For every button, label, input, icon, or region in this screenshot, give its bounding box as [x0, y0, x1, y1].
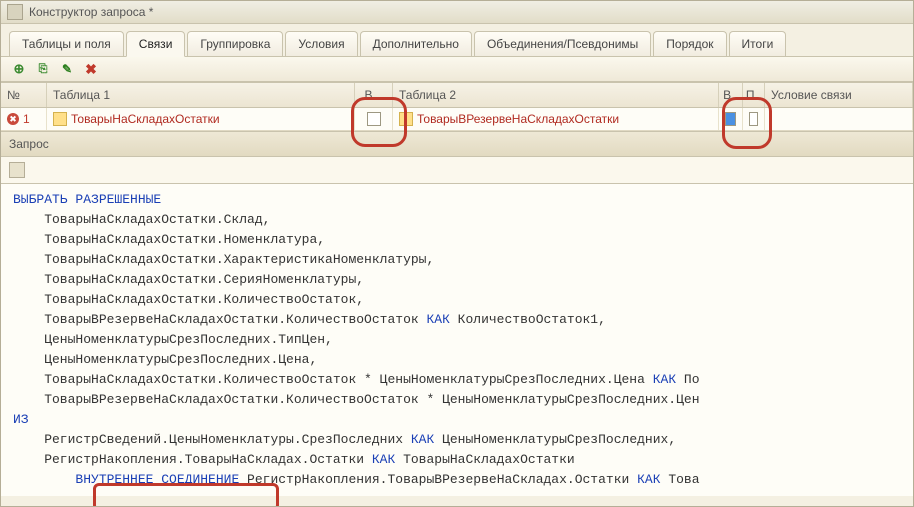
code-line: ТоварыНаСкладахОстатки.КоличествоОстаток…: [13, 290, 901, 310]
row-num: 1: [23, 112, 30, 126]
window-title: Конструктор запроса *: [29, 5, 153, 19]
tab-1[interactable]: Связи: [126, 31, 186, 57]
table1-name: ТоварыНаСкладахОстатки: [71, 112, 220, 126]
p-checkbox[interactable]: [749, 112, 758, 126]
add-button[interactable]: ⊕: [11, 61, 27, 77]
edit-button[interactable]: ✎: [59, 61, 75, 77]
copy-button[interactable]: ⎘: [35, 61, 51, 77]
code-line: ТоварыНаСкладахОстатки.Склад,: [13, 210, 901, 230]
all1-checkbox[interactable]: [367, 112, 381, 126]
query-text-icon[interactable]: [9, 162, 25, 178]
error-icon: ✖: [7, 113, 19, 125]
table2-name: ТоварыВРезервеНаСкладахОстатки: [417, 112, 619, 126]
col-header-all1[interactable]: В...: [355, 83, 393, 107]
all2-checkbox[interactable]: [725, 112, 736, 126]
col-header-num[interactable]: №: [1, 83, 47, 107]
code-line: ВЫБРАТЬ РАЗРЕШЕННЫЕ: [13, 190, 901, 210]
col-header-table1[interactable]: Таблица 1: [47, 83, 355, 107]
code-line: ЦеныНоменклатурыСрезПоследних.ТипЦен,: [13, 330, 901, 350]
tab-3[interactable]: Условия: [285, 31, 357, 56]
query-section-header: Запрос: [1, 131, 913, 157]
code-line: ВНУТРЕННЕЕ СОЕДИНЕНИЕ РегистрНакопления.…: [13, 470, 901, 490]
code-line: ИЗ: [13, 410, 901, 430]
query-section-label: Запрос: [9, 137, 49, 151]
query-constructor-window: Конструктор запроса * Таблицы и поляСвяз…: [0, 0, 914, 507]
links-toolbar: ⊕ ⎘ ✎ ✖: [1, 57, 913, 82]
tab-2[interactable]: Группировка: [187, 31, 283, 56]
query-text-toolbar: [1, 157, 913, 184]
tab-strip: Таблицы и поляСвязиГруппировкаУсловияДоп…: [1, 24, 913, 57]
links-grid: № Таблица 1 В... Таблица 2 В.. П.. Услов…: [1, 82, 913, 131]
col-header-p[interactable]: П..: [743, 83, 765, 107]
window-titlebar: Конструктор запроса *: [1, 1, 913, 24]
code-line: РегистрНакопления.ТоварыНаСкладах.Остатк…: [13, 450, 901, 470]
code-line: ЦеныНоменклатурыСрезПоследних.Цена,: [13, 350, 901, 370]
condition-cell[interactable]: [765, 108, 913, 130]
col-header-table2[interactable]: Таблица 2: [393, 83, 719, 107]
window-icon: [7, 4, 23, 20]
tab-5[interactable]: Объединения/Псевдонимы: [474, 31, 651, 56]
tab-4[interactable]: Дополнительно: [360, 31, 472, 56]
tab-7[interactable]: Итоги: [729, 31, 787, 56]
grid-header-row: № Таблица 1 В... Таблица 2 В.. П.. Услов…: [1, 83, 913, 108]
code-line: ТоварыВРезервеНаСкладахОстатки.Количеств…: [13, 390, 901, 410]
table-row[interactable]: ✖ 1 ТоварыНаСкладахОстатки ТоварыВРезервеНа…: [1, 108, 913, 131]
query-text-area[interactable]: ВЫБРАТЬ РАЗРЕШЕННЫЕ ТоварыНаСкладахОстат…: [1, 184, 913, 496]
col-header-condition[interactable]: Условие связи: [765, 83, 913, 107]
col-header-all2[interactable]: В..: [719, 83, 743, 107]
code-line: РегистрСведений.ЦеныНоменклатуры.СрезПос…: [13, 430, 901, 450]
tab-0[interactable]: Таблицы и поля: [9, 31, 124, 56]
code-line: ТоварыНаСкладахОстатки.СерияНоменклатуры…: [13, 270, 901, 290]
code-line: ТоварыВРезервеНаСкладахОстатки.Количеств…: [13, 310, 901, 330]
code-line: ТоварыНаСкладахОстатки.Номенклатура,: [13, 230, 901, 250]
tab-6[interactable]: Порядок: [653, 31, 726, 56]
table-icon: [53, 112, 67, 126]
table-icon: [399, 112, 413, 126]
delete-button[interactable]: ✖: [83, 61, 99, 77]
code-line: ТоварыНаСкладахОстатки.ХарактеристикаНом…: [13, 250, 901, 270]
code-line: ТоварыНаСкладахОстатки.КоличествоОстаток…: [13, 370, 901, 390]
